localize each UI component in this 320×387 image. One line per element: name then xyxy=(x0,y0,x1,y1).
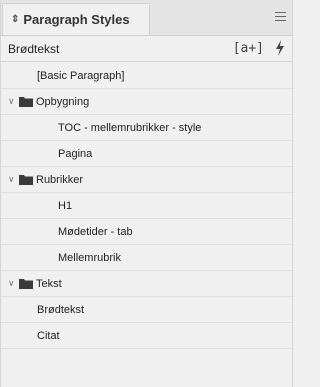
lightning-icon[interactable] xyxy=(274,39,286,57)
style-row[interactable]: Pagina xyxy=(1,141,292,167)
style-row[interactable]: Brødtekst xyxy=(1,297,292,323)
style-row[interactable]: H1 xyxy=(1,193,292,219)
new-style-override-button[interactable]: [a+] xyxy=(233,41,264,56)
chevron-down-icon[interactable]: ∨ xyxy=(8,174,18,185)
updown-arrow-icon[interactable]: ⇕ xyxy=(11,14,19,25)
panel-tab-strip: ⇕ Paragraph Styles xyxy=(1,0,292,36)
style-row[interactable]: Mellemrubrik xyxy=(1,245,292,271)
panel-menu-icon[interactable] xyxy=(275,12,286,21)
style-label: Mellemrubrik xyxy=(58,251,121,264)
style-group-row[interactable]: ∨ Rubrikker xyxy=(1,167,292,193)
style-label: Rubrikker xyxy=(36,173,84,186)
paragraph-styles-panel: ⇕ Paragraph Styles Brødtekst [a+] [Basic… xyxy=(0,0,293,387)
current-style-bar: Brødtekst [a+] xyxy=(1,36,292,62)
tab-title: Paragraph Styles xyxy=(23,12,130,27)
style-label: Brødtekst xyxy=(37,303,85,316)
style-row[interactable]: Citat xyxy=(1,323,292,349)
style-row[interactable]: [Basic Paragraph] xyxy=(1,63,292,89)
style-label: Pagina xyxy=(58,147,93,160)
style-label: H1 xyxy=(58,199,73,212)
tab-paragraph-styles[interactable]: ⇕ Paragraph Styles xyxy=(2,3,150,35)
style-group-row[interactable]: ∨ Tekst xyxy=(1,271,292,297)
style-list: [Basic Paragraph] ∨ Opbygning TOC - mellemr… xyxy=(1,63,292,349)
style-label: Tekst xyxy=(36,277,62,290)
style-label: Mødetider - tab xyxy=(58,225,133,238)
style-label: [Basic Paragraph] xyxy=(37,69,125,82)
current-style-name: Brødtekst xyxy=(8,41,60,56)
style-row[interactable]: TOC - mellemrubrikker - style xyxy=(1,115,292,141)
style-row[interactable]: Mødetider - tab xyxy=(1,219,292,245)
chevron-down-icon[interactable]: ∨ xyxy=(8,278,18,289)
style-label: Citat xyxy=(37,329,60,342)
folder-icon xyxy=(19,175,33,185)
folder-icon xyxy=(19,97,33,107)
chevron-down-icon[interactable]: ∨ xyxy=(8,96,18,107)
style-label: Opbygning xyxy=(36,95,90,108)
style-group-row[interactable]: ∨ Opbygning xyxy=(1,89,292,115)
style-label: TOC - mellemrubrikker - style xyxy=(58,121,202,134)
folder-icon xyxy=(19,279,33,289)
